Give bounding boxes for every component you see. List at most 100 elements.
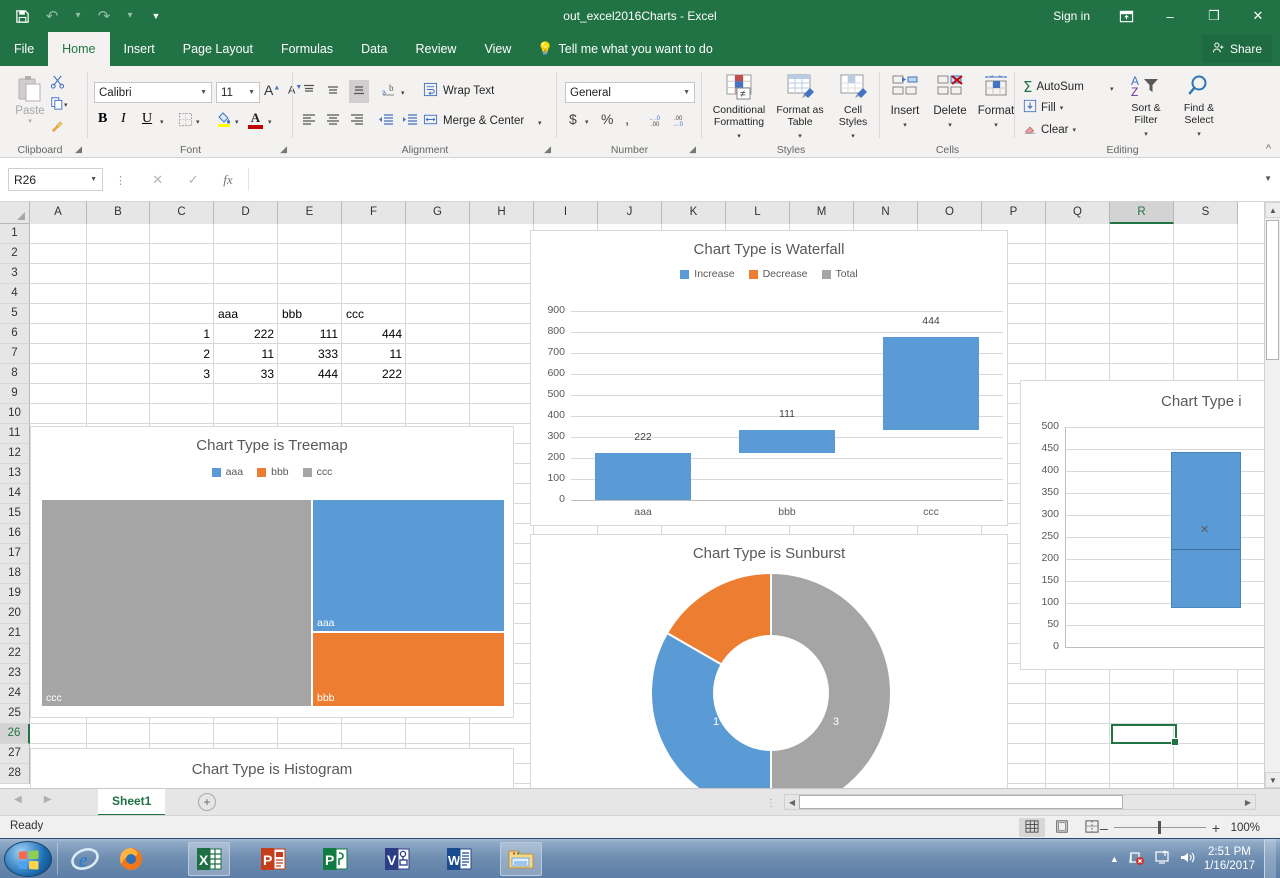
windows-start-icon[interactable] xyxy=(4,841,52,877)
merge-center-dropdown-icon[interactable]: ▾ xyxy=(538,119,542,127)
tell-me-box[interactable]: 💡 Tell me what you want to do xyxy=(525,32,724,66)
borders-button[interactable] xyxy=(178,112,193,130)
horizontal-scroll-thumb[interactable] xyxy=(799,795,1123,809)
excel-icon[interactable]: X xyxy=(188,842,230,876)
waterfall-bar-aaa[interactable] xyxy=(595,453,691,500)
zoom-slider[interactable] xyxy=(1114,818,1206,837)
sheet-tab-sheet1[interactable]: Sheet1 xyxy=(98,789,165,816)
align-bottom-button[interactable] xyxy=(349,80,369,103)
boxwhisker-chart[interactable]: Chart Type i 500 450 400 350 300 250 200 xyxy=(1020,380,1280,670)
cell-C8[interactable]: 3 xyxy=(150,364,214,384)
delete-cells-dropdown-icon[interactable]: ▾ xyxy=(948,122,952,129)
visio-icon[interactable]: V xyxy=(376,842,418,876)
share-button[interactable]: Share xyxy=(1202,35,1272,63)
fill-color-button[interactable] xyxy=(216,110,232,130)
row-header-26[interactable]: 26 xyxy=(0,724,30,744)
align-center-button[interactable] xyxy=(325,112,341,131)
row-header-7[interactable]: 7 xyxy=(0,344,30,364)
next-sheet-icon[interactable]: ▶ xyxy=(44,794,52,805)
column-header-Q[interactable]: Q xyxy=(1046,202,1110,224)
accounting-format-button[interactable]: $ xyxy=(569,111,577,127)
conditional-formatting-dropdown-icon[interactable]: ▾ xyxy=(737,133,741,140)
waterfall-chart[interactable]: Chart Type is Waterfall Increase Decreas… xyxy=(530,230,1008,526)
show-desktop-button[interactable] xyxy=(1264,839,1276,878)
row-header-23[interactable]: 23 xyxy=(0,664,30,684)
autosum-dropdown-icon[interactable]: ▾ xyxy=(1110,85,1114,93)
tab-file[interactable]: File xyxy=(0,32,48,66)
column-header-F[interactable]: F xyxy=(342,202,406,224)
format-as-table-dropdown-icon[interactable]: ▾ xyxy=(798,133,802,140)
conditional-formatting-button[interactable]: ≠ Conditional Formatting ▾ xyxy=(706,74,772,142)
row-header-1[interactable]: 1 xyxy=(0,224,30,244)
autosum-button[interactable]: Σ AutoSum xyxy=(1023,78,1084,96)
column-header-N[interactable]: N xyxy=(854,202,918,224)
italic-button[interactable]: I xyxy=(121,111,126,127)
fill-button[interactable]: Fill ▾ xyxy=(1023,99,1063,116)
insert-function-icon[interactable]: fx xyxy=(223,172,232,188)
insert-cells-button[interactable]: Insert ▾ xyxy=(884,74,926,131)
cell-C7[interactable]: 2 xyxy=(150,344,214,364)
scroll-down-arrow[interactable]: ▼ xyxy=(1265,772,1280,788)
network-error-icon[interactable] xyxy=(1128,850,1145,869)
restore-button[interactable]: ❐ xyxy=(1192,0,1236,32)
zoom-out-button[interactable]: – xyxy=(1100,820,1108,836)
cell-E7[interactable]: 333 xyxy=(278,344,342,364)
row-header-17[interactable]: 17 xyxy=(0,544,30,564)
expand-formula-bar-icon[interactable]: ▼ xyxy=(1264,174,1272,183)
row-header-24[interactable]: 24 xyxy=(0,684,30,704)
row-header-15[interactable]: 15 xyxy=(0,504,30,524)
tab-insert[interactable]: Insert xyxy=(110,32,169,66)
legend-item-bbb[interactable]: bbb xyxy=(257,466,289,478)
column-header-C[interactable]: C xyxy=(150,202,214,224)
column-header-I[interactable]: I xyxy=(534,202,598,224)
font-size-combo[interactable]: 11 ▼ xyxy=(216,82,260,103)
format-painter-button[interactable] xyxy=(50,118,65,136)
tab-data[interactable]: Data xyxy=(347,32,401,66)
column-header-J[interactable]: J xyxy=(598,202,662,224)
format-cells-button[interactable]: Format ▾ xyxy=(974,74,1018,131)
underline-button[interactable]: U xyxy=(142,111,152,127)
row-header-22[interactable]: 22 xyxy=(0,644,30,664)
fill-color-dropdown-icon[interactable]: ▾ xyxy=(235,118,239,126)
font-color-dropdown-icon[interactable]: ▾ xyxy=(268,118,272,126)
enter-icon[interactable]: ✓ xyxy=(188,172,199,188)
orientation-button[interactable]: ab xyxy=(381,82,398,101)
volume-icon[interactable] xyxy=(1179,850,1195,868)
scroll-left-arrow[interactable]: ◀ xyxy=(785,798,799,807)
zoom-level-label[interactable]: 100% xyxy=(1226,822,1260,834)
increase-decimal-button[interactable]: ←.0.00 xyxy=(649,113,666,131)
column-header-K[interactable]: K xyxy=(662,202,726,224)
cell-E8[interactable]: 444 xyxy=(278,364,342,384)
alignment-dialog-launcher[interactable]: ◢ xyxy=(544,144,551,155)
column-header-P[interactable]: P xyxy=(982,202,1046,224)
column-header-L[interactable]: L xyxy=(726,202,790,224)
row-header-19[interactable]: 19 xyxy=(0,584,30,604)
page-layout-view-button[interactable] xyxy=(1049,818,1075,837)
orientation-dropdown-icon[interactable]: ▾ xyxy=(401,89,405,97)
column-header-B[interactable]: B xyxy=(87,202,150,224)
cancel-icon[interactable]: ✕ xyxy=(152,172,163,188)
row-header-3[interactable]: 3 xyxy=(0,264,30,284)
sort-filter-button[interactable]: AZ Sort & Filter ▾ xyxy=(1119,74,1173,140)
cell-F6[interactable]: 444 xyxy=(342,324,406,344)
minimize-button[interactable]: – xyxy=(1148,0,1192,32)
waterfall-bar-bbb[interactable] xyxy=(739,430,835,453)
font-name-combo[interactable]: Calibri ▼ xyxy=(94,82,212,103)
cell-D6[interactable]: 222 xyxy=(214,324,278,344)
ribbon-display-options-icon[interactable] xyxy=(1104,0,1148,32)
number-dialog-launcher[interactable]: ◢ xyxy=(689,144,696,155)
legend-item-aaa[interactable]: aaa xyxy=(212,466,244,478)
column-header-R[interactable]: R xyxy=(1110,202,1174,224)
sunburst-chart[interactable]: Chart Type is Sunburst 1 2 3 xyxy=(530,534,1008,788)
add-sheet-icon[interactable]: + xyxy=(198,793,216,811)
close-button[interactable]: ✕ xyxy=(1236,0,1280,32)
row-header-9[interactable]: 9 xyxy=(0,384,30,404)
row-header-25[interactable]: 25 xyxy=(0,704,30,724)
percent-format-button[interactable]: % xyxy=(601,111,613,127)
waterfall-bar-ccc[interactable] xyxy=(883,337,979,430)
row-header-18[interactable]: 18 xyxy=(0,564,30,584)
row-header-4[interactable]: 4 xyxy=(0,284,30,304)
row-header-13[interactable]: 13 xyxy=(0,464,30,484)
vertical-scrollbar[interactable]: ▲ ▼ xyxy=(1264,202,1280,788)
copy-button[interactable]: ▾ xyxy=(50,96,68,113)
